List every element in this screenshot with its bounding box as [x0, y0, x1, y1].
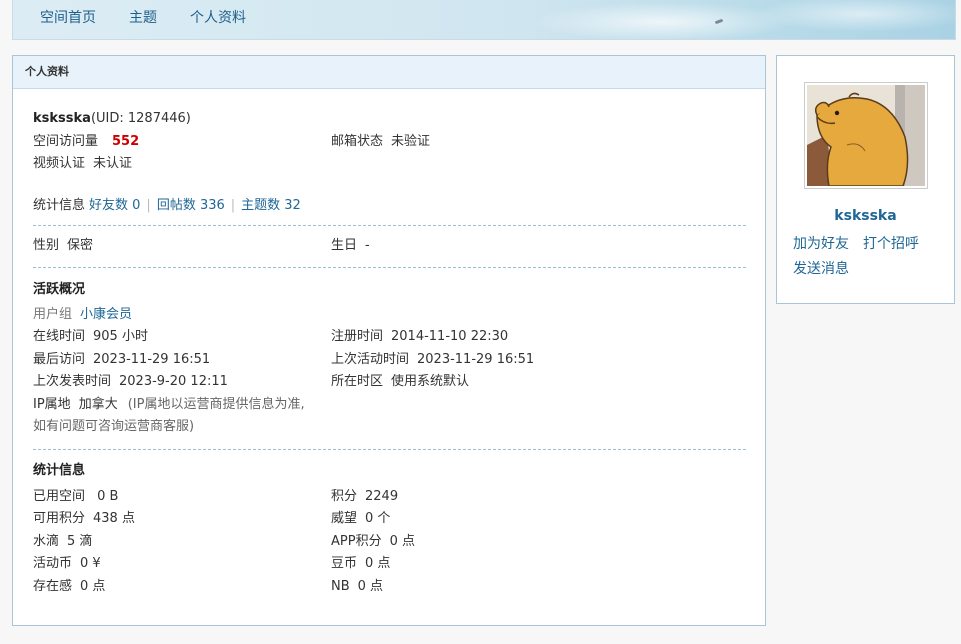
ip-location-row: IP属地 加拿大 (IP属地以运营商提供信息为准,	[33, 394, 746, 417]
email-status-label: 邮箱状态	[331, 133, 384, 149]
stat-value: 438 点	[93, 511, 135, 526]
activity-section-title: 活跃概况	[33, 281, 86, 297]
online-row: 在线时间 905 小时 注册时间 2014-11-10 22:30	[33, 326, 746, 349]
stat-label: 豆币	[331, 556, 358, 571]
user-group-label: 用户组	[33, 306, 73, 322]
stat-label: 积分	[331, 488, 358, 504]
separator: |	[230, 197, 236, 213]
stat-value: 0 点	[365, 556, 391, 571]
timezone-label: 所在时区	[331, 374, 384, 389]
nav-profile[interactable]: 个人资料	[190, 7, 246, 27]
visits-count: 552	[112, 133, 140, 149]
user-card: ksksska 加为好友 打个招呼 发送消息	[776, 55, 955, 304]
stat-row: 已用空间 0 B 积分 2249	[33, 486, 746, 509]
ip-note-row: 如有问题可咨询运营商客服)	[33, 416, 746, 439]
stat-value: 0 点	[389, 533, 415, 549]
stat-label: APP积分	[331, 533, 382, 549]
stat-row: 可用积分 438 点 威望 0 个	[33, 508, 746, 531]
timezone-value: 使用系统默认	[391, 374, 470, 389]
statistics-section-title: 统计信息	[33, 462, 86, 478]
side-username[interactable]: ksksska	[777, 208, 954, 224]
divider	[33, 448, 746, 450]
last-visit-label: 最后访问	[33, 351, 86, 367]
add-friend-link[interactable]: 加为好友	[793, 236, 849, 252]
ip-location-note-cont: 如有问题可咨询运营商客服)	[33, 419, 195, 434]
divider	[33, 225, 746, 226]
stat-value: 0 点	[80, 578, 106, 594]
username-row: ksksska (UID: 1287446)	[33, 108, 746, 131]
stat-label: 威望	[331, 511, 358, 526]
last-visit-row: 最后访问 2023-11-29 16:51 上次活动时间 2023-11-29 16…	[33, 349, 746, 372]
stats-summary-row: 统计信息 好友数 0 | 回帖数 336 | 主题数 32	[33, 195, 746, 218]
visits-row: 空间访问量 552 邮箱状态 未验证	[33, 131, 746, 154]
cloud-decoration	[533, 2, 793, 39]
visits-label: 空间访问量	[33, 133, 99, 149]
topics-count-link[interactable]: 主题数 32	[241, 195, 301, 218]
online-time-label: 在线时间	[33, 329, 86, 344]
stat-label: 可用积分	[33, 511, 86, 526]
stat-row: 水滴 5 滴 APP积分 0 点	[33, 531, 746, 554]
stat-value: 2249	[365, 488, 399, 504]
gender-row: 性别 保密 生日 -	[33, 235, 746, 258]
divider	[33, 266, 746, 268]
stat-label: NB	[331, 578, 350, 594]
panel-title: 个人资料	[13, 56, 765, 89]
stat-label: 水滴	[33, 533, 60, 549]
stat-value: 0 B	[93, 488, 119, 504]
profile-content: ksksska (UID: 1287446) 空间访问量 552 邮箱状态 未验证 视…	[33, 108, 746, 598]
user-actions: 加为好友 打个招呼 发送消息	[793, 232, 943, 282]
ip-location-label: IP属地	[33, 396, 71, 412]
last-active-value: 2023-11-29 16:51	[417, 351, 535, 367]
bear-avatar-icon	[807, 85, 925, 186]
nav-topics[interactable]: 主题	[129, 7, 157, 27]
ip-location-value: 加拿大	[78, 396, 118, 412]
statistics-list: 已用空间 0 B 积分 2249 可用积分 438 点 威望 0 个 水滴 5 滴 AP…	[33, 486, 746, 599]
user-uid: (UID: 1287446)	[90, 111, 191, 126]
nav-items: 空间首页 主题 个人资料	[40, 7, 279, 27]
user-group-link[interactable]: 小康会员	[80, 304, 132, 327]
stat-row: 活动币 0 ¥ 豆币 0 点	[33, 553, 746, 576]
avatar-image	[807, 85, 925, 186]
email-status-value: 未验证	[391, 133, 431, 149]
stat-value: 0 个	[365, 511, 391, 526]
stat-label: 已用空间	[33, 488, 86, 504]
birthday-value: -	[365, 238, 370, 253]
birthday-label: 生日	[331, 238, 358, 253]
top-nav-banner: 空间首页 主题 个人资料	[12, 0, 956, 40]
avatar[interactable]	[804, 82, 928, 189]
register-time-value: 2014-11-10 22:30	[391, 329, 509, 344]
friends-count-link[interactable]: 好友数 0	[89, 195, 140, 218]
send-message-link[interactable]: 发送消息	[793, 261, 849, 277]
profile-panel: 个人资料 ksksska (UID: 1287446) 空间访问量 552 邮箱状态…	[12, 55, 766, 626]
stat-label: 存在感	[33, 578, 73, 594]
replies-count-link[interactable]: 回帖数 336	[157, 195, 225, 218]
stat-value: 5 滴	[67, 533, 93, 549]
gender-value: 保密	[67, 238, 94, 253]
gender-label: 性别	[33, 238, 60, 253]
video-row: 视频认证 未认证	[33, 153, 746, 176]
last-post-value: 2023-9-20 12:11	[119, 374, 228, 389]
stat-value: 0 点	[357, 578, 384, 594]
last-post-row: 上次发表时间 2023-9-20 12:11 所在时区 使用系统默认	[33, 371, 746, 394]
separator: |	[146, 197, 151, 213]
stat-label: 活动币	[33, 556, 73, 571]
username: ksksska	[33, 111, 91, 126]
greet-link[interactable]: 打个招呼	[863, 236, 919, 252]
online-time-value: 905 小时	[93, 329, 148, 344]
register-time-label: 注册时间	[331, 329, 384, 344]
last-visit-value: 2023-11-29 16:51	[93, 351, 211, 367]
stat-row: 存在感 0 点 NB 0 点	[33, 576, 746, 599]
user-group-row: 用户组 小康会员	[33, 304, 746, 327]
stat-value: 0 ¥	[80, 556, 101, 571]
video-auth-label: 视频认证	[33, 156, 86, 171]
nav-space-home[interactable]: 空间首页	[40, 7, 96, 27]
ip-location-note: (IP属地以运营商提供信息为准,	[127, 396, 305, 412]
last-post-label: 上次发表时间	[33, 374, 112, 389]
last-active-label: 上次活动时间	[331, 351, 410, 367]
stats-summary-label: 统计信息	[33, 197, 86, 213]
video-auth-value: 未认证	[93, 156, 133, 171]
